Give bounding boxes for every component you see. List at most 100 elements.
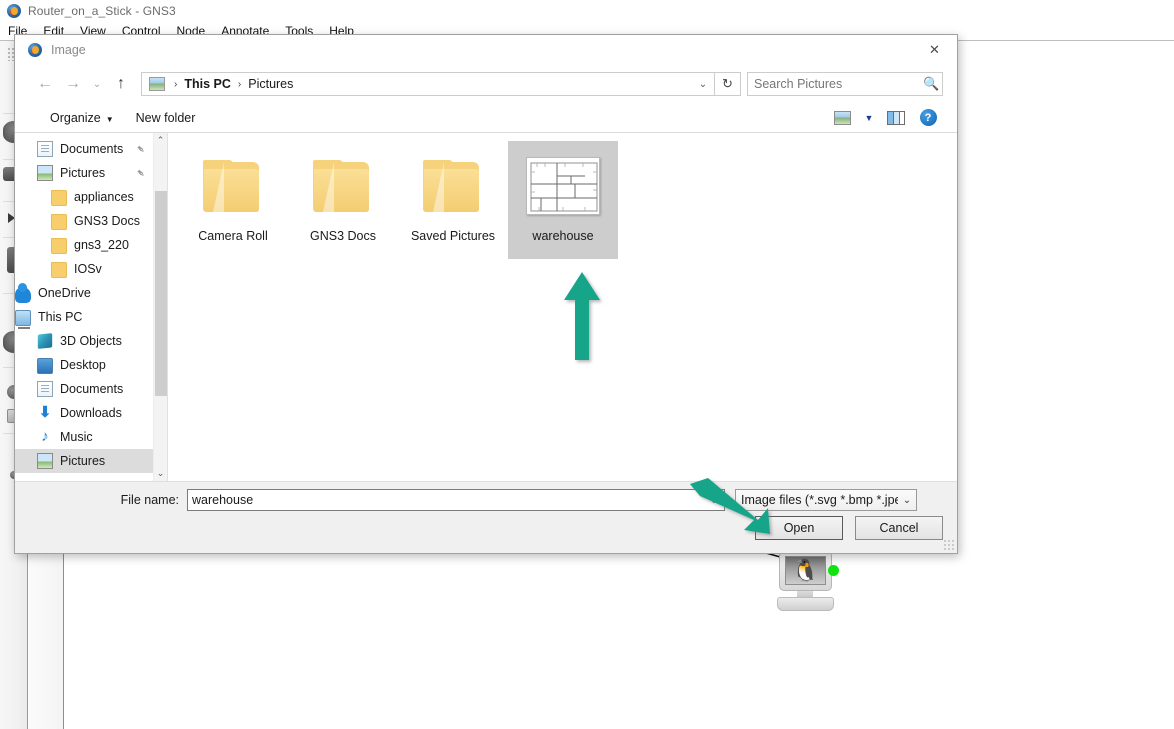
scroll-up-icon[interactable]: ⌃ — [154, 133, 167, 148]
nav-item-label: Downloads — [60, 406, 122, 420]
document-icon — [37, 141, 53, 157]
nav-item-gns3-docs[interactable]: GNS3 Docs — [15, 209, 153, 233]
back-icon[interactable]: ← — [31, 70, 59, 98]
nav-item-label: Documents — [60, 142, 124, 156]
recent-locations-icon[interactable]: ⌄ — [87, 70, 107, 98]
command-bar-right-group: ▼ ? — [827, 106, 943, 130]
folder-icon — [51, 261, 67, 278]
folder-icon — [398, 143, 508, 229]
search-box[interactable]: 🔍 — [747, 72, 943, 96]
dialog-footer: File name: ⌄ Image files (*.svg *.bmp *.… — [15, 481, 957, 553]
file-label: GNS3 Docs — [310, 229, 376, 243]
nav-item-this-pc[interactable]: This PC — [15, 305, 153, 329]
organize-button[interactable]: Organize ▼ — [41, 107, 123, 129]
gns3-logo-icon — [6, 3, 22, 19]
close-icon[interactable]: ✕ — [912, 35, 957, 64]
nav-item-label: gns3_220 — [74, 238, 129, 252]
link-status-indicator — [828, 565, 839, 576]
monitor-base — [777, 597, 834, 611]
scroll-down-icon[interactable]: ⌄ — [154, 466, 167, 481]
desktop-icon — [37, 358, 53, 374]
search-icon[interactable]: 🔍 — [921, 76, 942, 92]
nav-item-downloads[interactable]: ⬇ Downloads — [15, 401, 153, 425]
open-button[interactable]: Open — [755, 516, 843, 540]
file-list-pane[interactable]: Camera Roll GNS3 Docs Saved Pictures wareho… — [168, 133, 957, 481]
pin-icon[interactable]: ✒ — [133, 141, 149, 157]
document-icon — [37, 381, 53, 397]
3d-objects-icon — [37, 333, 53, 349]
gns3-window-title: Router_on_a_Stick - GNS3 — [28, 4, 176, 18]
breadcrumb-this-pc[interactable]: This PC — [182, 75, 233, 93]
nav-item-label: GNS3 Docs — [74, 214, 140, 228]
folder-icon — [288, 143, 398, 229]
nav-item-documents[interactable]: Documents ✒ — [15, 137, 153, 161]
preview-pane-icon — [887, 110, 905, 125]
pictures-folder-icon — [149, 77, 165, 91]
nav-item-label: Desktop — [60, 358, 106, 372]
breadcrumb-separator-icon: › — [237, 78, 242, 90]
nav-item-label: OneDrive — [38, 286, 91, 300]
pin-icon[interactable]: ✒ — [133, 165, 149, 181]
preview-pane-button[interactable] — [881, 106, 911, 130]
chevron-down-icon[interactable]: ⌄ — [694, 79, 712, 90]
dialog-command-bar: Organize ▼ New folder ▼ ? — [15, 103, 957, 133]
vpc-linux-node[interactable]: 🐧 — [770, 551, 840, 616]
navigation-scrollbar[interactable]: ⌃ ⌄ — [153, 133, 167, 481]
nav-item-iosv[interactable]: IOSv — [15, 257, 153, 281]
folder-icon — [51, 189, 67, 206]
file-item[interactable]: GNS3 Docs — [288, 141, 398, 259]
nav-item-music[interactable]: ♪ Music — [15, 425, 153, 449]
address-bar[interactable]: › This PC › Pictures ⌄ — [141, 72, 715, 96]
chevron-down-icon: ▼ — [105, 114, 114, 124]
onedrive-cloud-icon — [15, 282, 31, 303]
nav-item-label: This PC — [38, 310, 83, 324]
nav-item-appliances[interactable]: appliances — [15, 185, 153, 209]
resize-grip[interactable] — [943, 539, 955, 551]
image-open-dialog: Image ✕ ← → ⌄ ↑ › This PC › Pictures ⌄ ↻… — [14, 34, 958, 554]
file-type-select[interactable]: Image files (*.svg *.bmp *.jpeg ⌄ — [735, 489, 917, 511]
filename-input[interactable] — [188, 493, 704, 507]
help-button[interactable]: ? — [913, 106, 943, 130]
dialog-content-area: Documents ✒ Pictures ✒ appliances GNS3 Docs gn… — [15, 133, 957, 481]
chevron-down-icon: ▼ — [864, 112, 874, 123]
dialog-button-row: Open Cancel — [755, 516, 943, 540]
filename-field[interactable]: ⌄ — [187, 489, 725, 511]
chevron-down-icon[interactable]: ⌄ — [898, 495, 916, 506]
nav-item-label: Music — [60, 430, 93, 444]
scrollbar-thumb[interactable] — [155, 191, 167, 396]
breadcrumb-pictures[interactable]: Pictures — [246, 75, 295, 93]
change-view-button[interactable] — [827, 106, 857, 130]
nav-item-onedrive[interactable]: OneDrive — [15, 281, 153, 305]
music-icon: ♪ — [41, 428, 49, 445]
refresh-icon[interactable]: ↻ — [715, 72, 741, 96]
nav-item-gns3-220[interactable]: gns3_220 — [15, 233, 153, 257]
nav-item-documents[interactable]: Documents — [15, 377, 153, 401]
folder-icon — [51, 213, 67, 230]
chevron-down-icon[interactable]: ⌄ — [704, 495, 724, 506]
file-label: Camera Roll — [198, 229, 268, 243]
file-item[interactable]: Camera Roll — [178, 141, 288, 259]
up-icon[interactable]: ↑ — [107, 70, 135, 98]
organize-label: Organize — [50, 110, 101, 125]
search-input[interactable] — [748, 77, 921, 91]
forward-icon[interactable]: → — [59, 70, 87, 98]
file-item[interactable]: Saved Pictures — [398, 141, 508, 259]
nav-item-label: 3D Objects — [60, 334, 122, 348]
nav-item-pictures[interactable]: Pictures ✒ — [15, 161, 153, 185]
gns3-logo-icon — [27, 42, 43, 58]
change-view-dropdown[interactable]: ▼ — [859, 106, 879, 130]
download-icon: ⬇ — [38, 404, 52, 421]
cancel-button[interactable]: Cancel — [855, 516, 943, 540]
linux-penguin-icon: 🐧 — [791, 557, 820, 583]
folder-icon — [51, 237, 67, 254]
monitor-screen: 🐧 — [785, 556, 826, 585]
nav-item-3d-objects[interactable]: 3D Objects — [15, 329, 153, 353]
new-folder-button[interactable]: New folder — [127, 107, 205, 129]
file-item[interactable]: warehouse — [508, 141, 618, 259]
nav-item-desktop[interactable]: Desktop — [15, 353, 153, 377]
view-layout-icon — [833, 110, 851, 125]
help-icon: ? — [919, 109, 937, 126]
file-grid: Camera Roll GNS3 Docs Saved Pictures wareho… — [168, 133, 957, 265]
file-type-value: Image files (*.svg *.bmp *.jpeg — [741, 493, 898, 507]
nav-item-pictures[interactable]: Pictures — [15, 449, 153, 473]
